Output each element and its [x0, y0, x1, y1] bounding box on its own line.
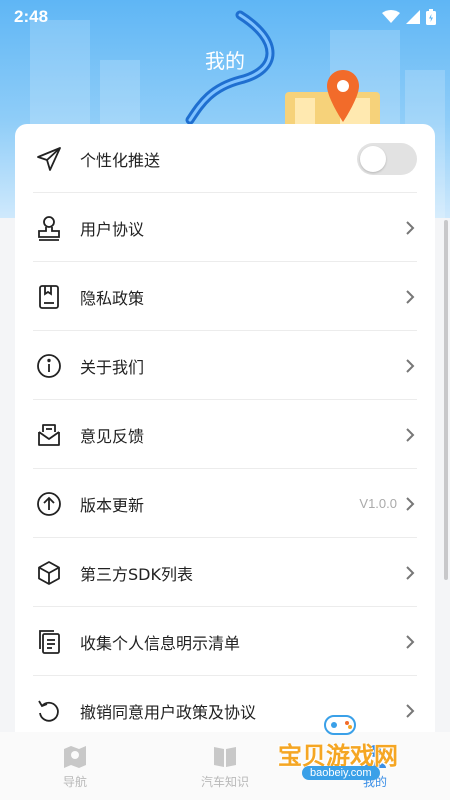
chevron-right-icon	[406, 220, 415, 235]
menu-item-version-update[interactable]: 版本更新 V1.0.0	[15, 469, 435, 538]
menu-item-label: 个性化推送	[80, 150, 161, 170]
page-title: 我的	[205, 49, 245, 73]
menu-item-user-agreement[interactable]: 用户协议	[15, 193, 435, 262]
menu-item-label: 第三方SDK列表	[80, 564, 193, 584]
list-copy-icon	[35, 628, 63, 656]
menu-item-feedback[interactable]: 意见反馈	[15, 400, 435, 469]
scrollbar[interactable]	[444, 220, 448, 580]
battery-icon	[426, 9, 436, 25]
push-toggle[interactable]	[357, 142, 417, 175]
menu-item-label: 用户协议	[80, 219, 145, 239]
nav-label: 导航	[62, 774, 87, 789]
menu-item-label: 收集个人信息明示清单	[80, 633, 241, 653]
chevron-right-icon	[406, 289, 415, 304]
status-time: 2:48	[14, 7, 49, 26]
book-icon	[214, 746, 236, 767]
menu-item-label: 意见反馈	[80, 426, 145, 446]
menu-item-about-us[interactable]: 关于我们	[15, 331, 435, 400]
cube-icon	[35, 559, 63, 587]
nav-label: 我的	[362, 774, 387, 789]
status-bar: 2:48	[0, 0, 450, 34]
chevron-right-icon	[406, 565, 415, 580]
chevron-right-icon	[406, 358, 415, 373]
user-icon	[364, 744, 386, 768]
bottom-nav: 导航 汽车知识 我的	[0, 732, 450, 800]
stamp-icon	[35, 214, 63, 242]
settings-card: 个性化推送 用户协议 隐私政策 关于我们 意见反馈 版本更新 V1.0.0 第三…	[15, 124, 435, 744]
chevron-right-icon	[406, 427, 415, 442]
toggle-knob	[360, 145, 386, 172]
upgrade-icon	[35, 490, 63, 518]
menu-item-label: 版本更新	[80, 495, 145, 515]
feedback-mail-icon	[35, 421, 63, 449]
nav-label: 汽车知识	[200, 774, 249, 789]
chevron-right-icon	[406, 703, 415, 718]
wifi-icon	[382, 10, 400, 23]
menu-item-push: 个性化推送	[15, 124, 435, 193]
nav-tab-mine[interactable]: 我的	[300, 732, 450, 800]
info-icon	[35, 352, 63, 380]
nav-tab-navigation[interactable]: 导航	[0, 732, 150, 800]
document-icon	[35, 283, 63, 311]
signal-icon	[406, 10, 420, 24]
chevron-right-icon	[406, 634, 415, 649]
undo-icon	[35, 697, 63, 725]
nav-tab-car-knowledge[interactable]: 汽车知识	[150, 732, 300, 800]
menu-item-personal-info-list[interactable]: 收集个人信息明示清单	[15, 607, 435, 676]
menu-item-label: 关于我们	[80, 357, 145, 377]
version-value: V1.0.0	[359, 496, 397, 511]
send-icon	[35, 145, 63, 173]
chevron-right-icon	[406, 496, 415, 511]
menu-item-label: 隐私政策	[80, 288, 145, 308]
menu-item-label: 撤销同意用户政策及协议	[80, 702, 257, 722]
menu-item-third-party-sdk[interactable]: 第三方SDK列表	[15, 538, 435, 607]
location-pin-icon	[327, 70, 359, 122]
map-pin-icon	[64, 745, 86, 768]
menu-item-privacy-policy[interactable]: 隐私政策	[15, 262, 435, 331]
